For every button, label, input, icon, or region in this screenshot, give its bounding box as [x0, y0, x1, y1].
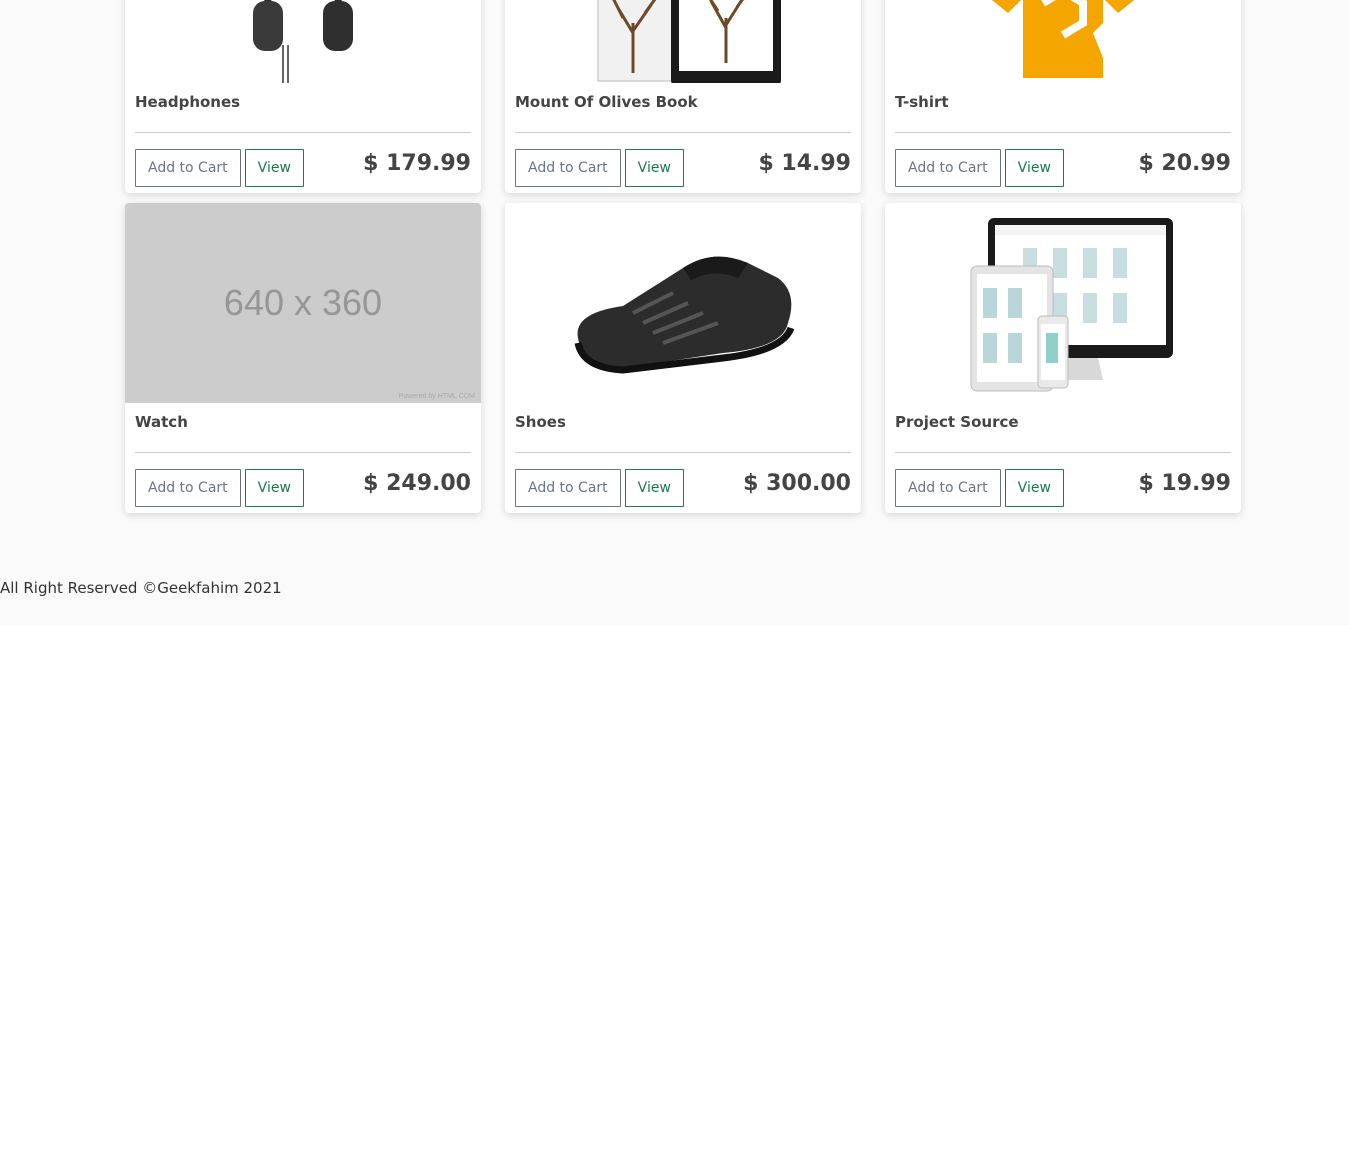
product-card: 640 x 360 Powered by HTML.COM Watch Add … — [125, 203, 481, 513]
product-card: Shoes Add to Cart View $ 300.00 — [505, 203, 861, 513]
view-button[interactable]: View — [244, 468, 304, 507]
product-card: Mount Of Olives Book Add to Cart View $ … — [505, 0, 861, 193]
book-image[interactable] — [505, 0, 861, 83]
product-title: T-shirt — [895, 83, 1231, 133]
product-price: $ 300.00 — [743, 471, 851, 496]
product-price: $ 20.99 — [1138, 151, 1231, 176]
product-title: Shoes — [515, 403, 851, 453]
headphones-image[interactable] — [125, 0, 481, 83]
product-card: Headphones Add to Cart View $ 179.99 — [125, 0, 481, 193]
product-price: $ 19.99 — [1138, 471, 1231, 496]
placeholder-text: 640 x 360 — [223, 282, 383, 323]
devices-image[interactable] — [885, 203, 1241, 403]
view-button[interactable]: View — [1004, 468, 1064, 507]
add-to-cart-button[interactable]: Add to Cart — [895, 468, 1001, 507]
placeholder-image[interactable]: 640 x 360 Powered by HTML.COM — [125, 203, 481, 403]
product-title: Mount Of Olives Book — [515, 83, 851, 133]
product-card: T-shirt Add to Cart View $ 20.99 — [885, 0, 1241, 193]
product-title: Headphones — [135, 83, 471, 133]
product-title: Watch — [135, 403, 471, 453]
placeholder-credit: Powered by HTML.COM — [398, 393, 475, 400]
view-button[interactable]: View — [1004, 148, 1064, 187]
add-to-cart-button[interactable]: Add to Cart — [135, 148, 241, 187]
product-grid: Headphones Add to Cart View $ 179.99 Mou… — [125, 0, 1241, 513]
product-card: Project Source Add to Cart View $ 19.99 — [885, 203, 1241, 513]
add-to-cart-button[interactable]: Add to Cart — [515, 468, 621, 507]
tshirt-image[interactable] — [885, 0, 1241, 83]
view-button[interactable]: View — [244, 148, 304, 187]
product-title: Project Source — [895, 403, 1231, 453]
product-price: $ 249.00 — [363, 471, 471, 496]
footer-copyright: All Right Reserved ©Geekfahim 2021 — [0, 579, 282, 597]
shoe-image[interactable] — [505, 203, 861, 403]
page-area: Headphones Add to Cart View $ 179.99 Mou… — [0, 0, 1349, 625]
product-price: $ 179.99 — [363, 151, 471, 176]
product-price: $ 14.99 — [758, 151, 851, 176]
view-button[interactable]: View — [624, 148, 684, 187]
view-button[interactable]: View — [624, 468, 684, 507]
add-to-cart-button[interactable]: Add to Cart — [895, 148, 1001, 187]
add-to-cart-button[interactable]: Add to Cart — [515, 148, 621, 187]
add-to-cart-button[interactable]: Add to Cart — [135, 468, 241, 507]
